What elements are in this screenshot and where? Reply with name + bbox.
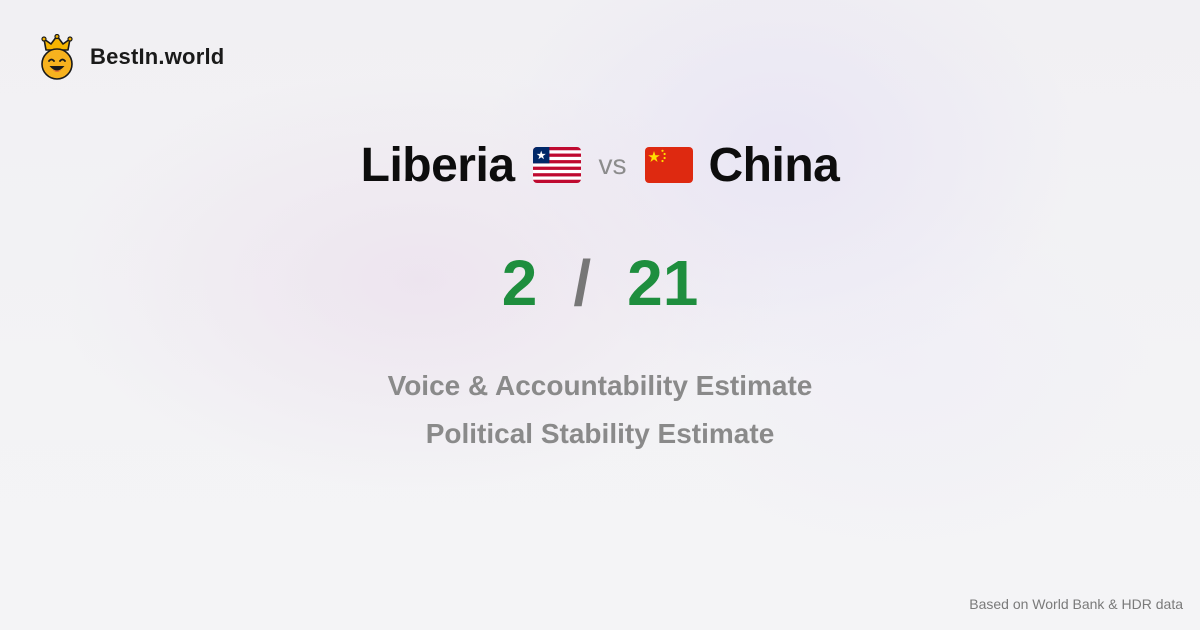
metric-item: Voice & Accountability Estimate xyxy=(387,370,813,401)
score-row: 2 / 21 xyxy=(0,243,1200,323)
china-flag-icon xyxy=(644,147,693,183)
brand-header[interactable]: BestIn.world xyxy=(38,34,224,80)
metric-item: Political Stability Estimate xyxy=(425,418,775,449)
left-score: 2 xyxy=(501,247,538,319)
vs-label: vs xyxy=(598,149,627,180)
comparison-title: Liberia vs China xyxy=(0,135,1200,195)
left-country-name: Liberia xyxy=(360,138,515,192)
right-score: 21 xyxy=(627,247,699,319)
crown-smiley-icon xyxy=(41,34,73,80)
data-source-note: Based on World Bank & HDR data xyxy=(969,596,1183,612)
metrics-list: Voice & Accountability Estimate Politica… xyxy=(0,362,1200,458)
brand-name: BestIn.world xyxy=(90,44,225,69)
score-separator: / xyxy=(573,247,592,319)
right-country-name: China xyxy=(708,138,840,192)
liberia-flag-icon xyxy=(532,147,581,183)
